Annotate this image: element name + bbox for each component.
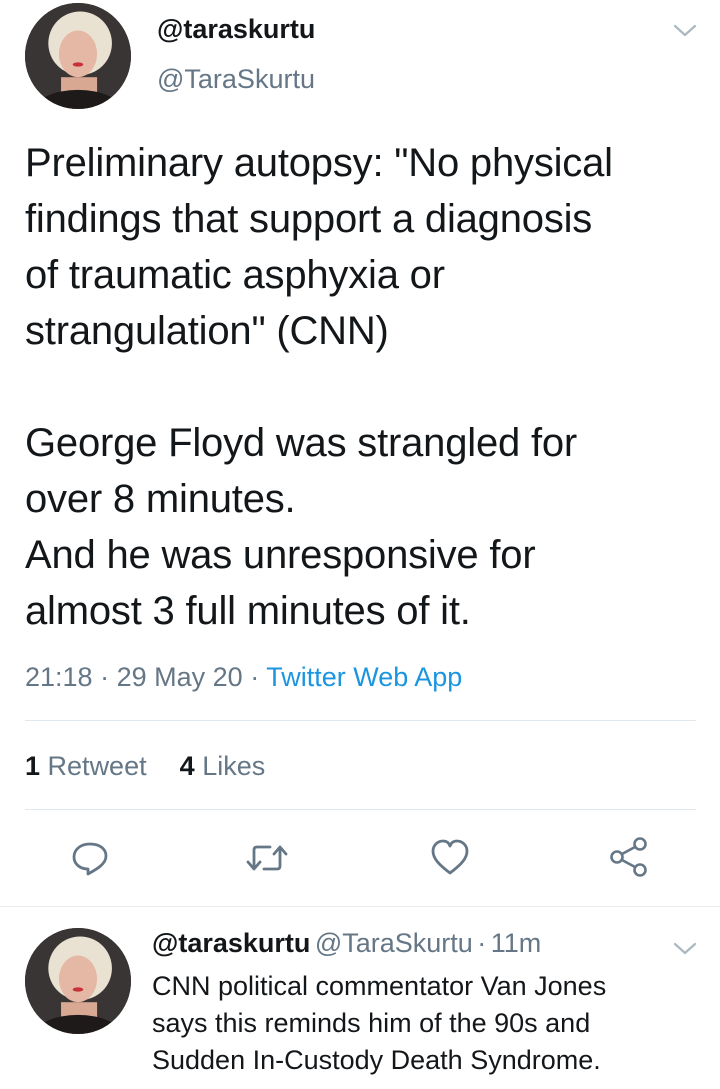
tweet-stats: 1 Retweet 4 Likes — [25, 751, 265, 782]
reply-chevron-down-icon[interactable] — [672, 938, 698, 958]
chevron-down-icon[interactable] — [672, 20, 698, 40]
likes-label: Likes — [202, 751, 266, 781]
tweet-source-link[interactable]: Twitter Web App — [266, 662, 462, 692]
meta-separator: · — [100, 662, 110, 692]
reply-display-name[interactable]: @taraskurtu — [152, 928, 310, 958]
tweet-text: Preliminary autopsy: "No physical findin… — [25, 141, 613, 633]
likes-stat[interactable]: 4 Likes — [180, 751, 266, 781]
avatar-image — [25, 928, 131, 1034]
tweet-meta: 21:18 · 29 May 20 · Twitter Web App — [25, 662, 462, 693]
user-handle[interactable]: @TaraSkurtu — [157, 64, 315, 95]
reply-text: CNN political commentator Van Jones says… — [152, 971, 607, 1075]
section-divider — [0, 906, 720, 907]
reply-avatar[interactable] — [25, 928, 131, 1034]
divider — [25, 809, 696, 810]
retweet-icon[interactable] — [244, 838, 290, 878]
divider — [25, 720, 696, 721]
reply-handle[interactable]: @TaraSkurtu — [315, 928, 473, 958]
tweet-date[interactable]: 29 May 20 — [117, 662, 243, 692]
retweets-label: Retweet — [47, 751, 147, 781]
share-icon[interactable] — [608, 836, 650, 878]
avatar[interactable] — [25, 3, 131, 109]
reply-time[interactable]: 11m — [491, 928, 542, 958]
avatar-image — [25, 3, 131, 109]
tweet-time[interactable]: 21:18 — [25, 662, 93, 692]
reply-icon[interactable] — [70, 838, 110, 878]
reply-separator: · — [477, 928, 487, 958]
reply-header: @taraskurtu @TaraSkurtu · 11m — [152, 928, 541, 959]
retweets-stat[interactable]: 1 Retweet — [25, 751, 147, 781]
retweets-count: 1 — [25, 751, 41, 781]
heart-icon[interactable] — [430, 838, 470, 878]
meta-separator: · — [250, 662, 260, 692]
display-name[interactable]: @taraskurtu — [157, 14, 315, 45]
likes-count: 4 — [179, 751, 195, 781]
